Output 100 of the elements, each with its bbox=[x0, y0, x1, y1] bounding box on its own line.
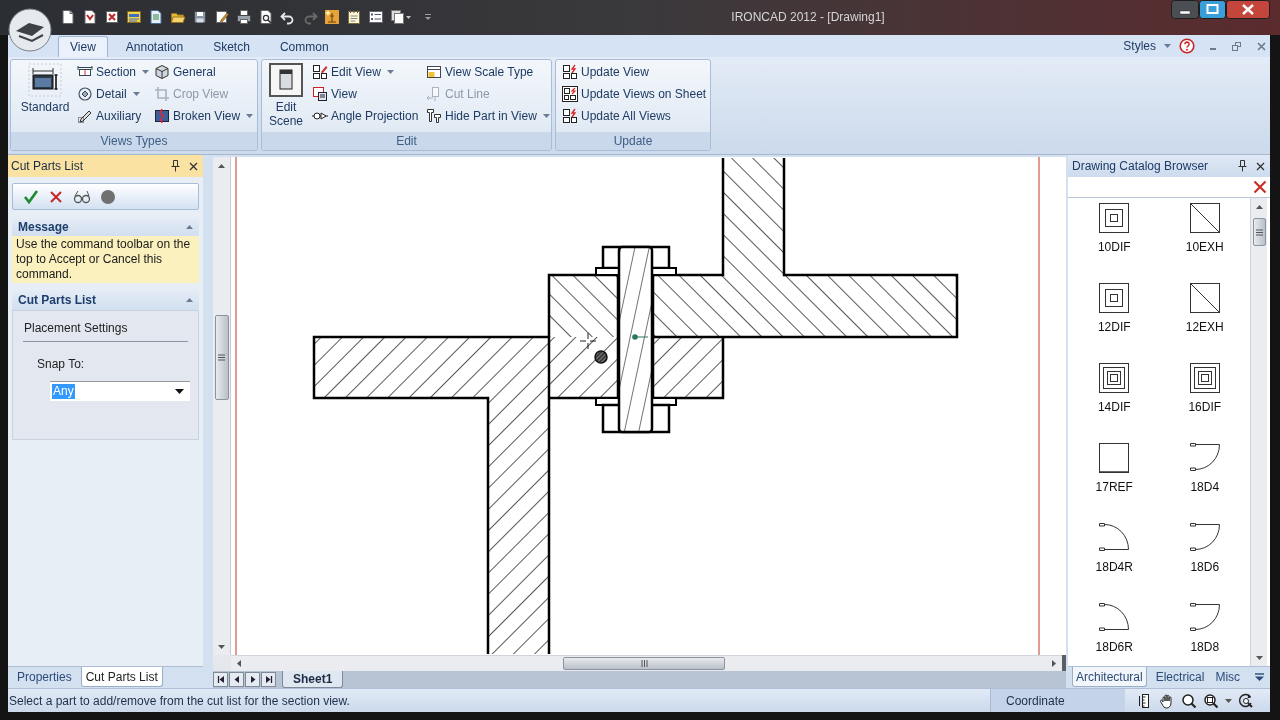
list-icon[interactable] bbox=[368, 9, 384, 25]
vertical-scrollbar[interactable] bbox=[1250, 198, 1267, 666]
document-cross-icon[interactable] bbox=[104, 9, 120, 25]
pin-icon[interactable] bbox=[1238, 160, 1247, 172]
nested-squares-icon[interactable] bbox=[1099, 283, 1130, 313]
maximize-icon[interactable] bbox=[1199, 0, 1226, 19]
catalog-item-label[interactable]: 18D6 bbox=[1190, 560, 1220, 574]
zoom-icon[interactable] bbox=[1181, 692, 1197, 709]
next-sheet-icon[interactable] bbox=[245, 672, 260, 687]
up-arrow-icon[interactable] bbox=[218, 163, 225, 168]
catalog-item-label[interactable]: 18D6R bbox=[1095, 640, 1133, 654]
catalog-item-label[interactable]: 10EXH bbox=[1185, 240, 1224, 254]
new-document-icon[interactable] bbox=[60, 9, 76, 25]
check-icon[interactable] bbox=[23, 188, 39, 205]
notepad-icon[interactable] bbox=[346, 9, 362, 25]
save-icon[interactable] bbox=[192, 9, 208, 25]
nested-squares-icon[interactable] bbox=[1099, 203, 1130, 233]
close-icon[interactable] bbox=[1256, 161, 1265, 171]
door-swing-icon[interactable] bbox=[1099, 523, 1130, 553]
diagonal-square-icon[interactable] bbox=[1189, 203, 1220, 233]
document-pen-icon[interactable] bbox=[214, 9, 230, 25]
close-icon[interactable] bbox=[1226, 0, 1270, 19]
ribbon-button[interactable]: Detail bbox=[76, 83, 149, 105]
ribbon-tab[interactable]: Annotation bbox=[113, 36, 196, 57]
catalog-item-label[interactable]: 12EXH bbox=[1185, 320, 1224, 334]
ribbon-button[interactable]: Update All Views bbox=[561, 105, 708, 127]
catalog-item-label[interactable]: 17REF bbox=[1095, 480, 1133, 494]
square-icon[interactable] bbox=[1099, 443, 1130, 473]
diagonal-square-icon[interactable] bbox=[1189, 283, 1220, 313]
previous-sheet-icon[interactable] bbox=[229, 672, 244, 687]
dot-icon[interactable] bbox=[100, 188, 116, 205]
catalog-item-label[interactable]: 18D4R bbox=[1095, 560, 1133, 574]
sparkle-tile-icon[interactable] bbox=[324, 9, 340, 25]
ribbon-tab[interactable]: Sketch bbox=[201, 36, 262, 57]
ribbon-button[interactable]: Section bbox=[76, 61, 149, 83]
section-header[interactable]: Message bbox=[12, 218, 199, 236]
catalog-tab[interactable]: Architectural bbox=[1072, 667, 1147, 687]
last-sheet-icon[interactable] bbox=[261, 672, 276, 687]
catalog-item-label[interactable]: 14DIF bbox=[1097, 400, 1131, 414]
catalog-item-label[interactable]: 10DIF bbox=[1097, 240, 1131, 254]
ribbon-button[interactable]: View Scale Type bbox=[425, 61, 551, 83]
cross-icon[interactable] bbox=[48, 188, 64, 205]
pin-icon[interactable] bbox=[171, 160, 180, 172]
drawing-canvas[interactable] bbox=[231, 157, 1066, 655]
ribbon-button[interactable]: Angle Projection bbox=[311, 105, 421, 127]
ribbon-button[interactable]: Edit View bbox=[311, 61, 421, 83]
section-header[interactable]: Cut Parts List bbox=[12, 290, 199, 310]
undo-icon[interactable] bbox=[280, 9, 296, 25]
large-ribbon-button[interactable]: Edit Scene bbox=[265, 60, 307, 132]
print-icon[interactable] bbox=[236, 9, 252, 25]
help-icon[interactable] bbox=[1179, 38, 1195, 54]
catalog-tab[interactable]: Electrical bbox=[1153, 667, 1207, 687]
document-list-icon[interactable] bbox=[148, 9, 164, 25]
glasses-icon[interactable] bbox=[73, 189, 91, 204]
catalog-item-label[interactable]: 16DIF bbox=[1188, 400, 1222, 414]
scrollbar-thumb[interactable] bbox=[214, 315, 229, 400]
rotate-zoom-icon[interactable] bbox=[1238, 692, 1254, 709]
door-swing-icon[interactable] bbox=[1189, 523, 1220, 553]
catalog-tab[interactable]: Misc bbox=[1213, 667, 1243, 687]
ribbon-tab[interactable]: Common bbox=[267, 36, 341, 57]
left-arrow-icon[interactable] bbox=[237, 660, 241, 667]
sheet-tab[interactable]: Sheet1 bbox=[282, 671, 344, 688]
door-swing-icon[interactable] bbox=[1189, 443, 1220, 473]
customize-caret-icon[interactable] bbox=[424, 13, 432, 21]
door-swing-icon[interactable] bbox=[1099, 603, 1130, 633]
ribbon-button[interactable]: Update Views on Sheet bbox=[561, 83, 708, 105]
close-icon[interactable] bbox=[189, 161, 198, 171]
catalog-item-label[interactable]: 12DIF bbox=[1097, 320, 1131, 334]
scrollbar-thumb[interactable] bbox=[1252, 218, 1266, 246]
minimize-icon[interactable] bbox=[1171, 0, 1199, 19]
catalog-item-label[interactable]: 18D8 bbox=[1190, 640, 1220, 654]
ribbon-button[interactable]: View bbox=[311, 83, 421, 105]
large-ribbon-button[interactable]: Standard bbox=[18, 60, 72, 132]
document-arrow-icon[interactable] bbox=[82, 9, 98, 25]
ribbon-button[interactable]: Hide Part in View bbox=[425, 105, 551, 127]
print-preview-icon[interactable] bbox=[258, 9, 274, 25]
scrollbar-thumb[interactable] bbox=[563, 657, 725, 670]
right-arrow-icon[interactable] bbox=[1052, 660, 1056, 667]
styles-menu[interactable]: Styles bbox=[1123, 37, 1156, 55]
restore-icon[interactable] bbox=[1232, 41, 1241, 51]
more-tabs-icon[interactable] bbox=[1255, 673, 1264, 681]
ribbon-button[interactable]: Update View bbox=[561, 61, 708, 83]
first-sheet-icon[interactable] bbox=[213, 672, 228, 687]
nested-squares-icon[interactable] bbox=[1099, 363, 1130, 393]
vertical-scrollbar[interactable] bbox=[213, 157, 231, 655]
down-arrow-icon[interactable] bbox=[1255, 655, 1263, 660]
nested-squares-icon[interactable] bbox=[1189, 363, 1220, 393]
zoom-window-icon[interactable] bbox=[1203, 692, 1219, 709]
sheet-icon[interactable] bbox=[126, 9, 142, 25]
down-arrow-icon[interactable] bbox=[218, 644, 225, 649]
horizontal-scrollbar[interactable] bbox=[231, 655, 1062, 671]
ribbon-button[interactable]: General bbox=[153, 61, 255, 83]
catalog-item-label[interactable]: 18D4 bbox=[1190, 480, 1220, 494]
up-arrow-icon[interactable] bbox=[1255, 204, 1263, 209]
ribbon-button[interactable]: Auxiliary bbox=[76, 105, 149, 127]
panel-tab[interactable]: Cut Parts List bbox=[80, 667, 163, 687]
hand-icon[interactable] bbox=[1159, 692, 1175, 709]
ribbon-tab[interactable]: View bbox=[58, 36, 108, 57]
door-swing-icon[interactable] bbox=[1189, 603, 1220, 633]
ribbon-button[interactable]: Broken View bbox=[153, 105, 255, 127]
